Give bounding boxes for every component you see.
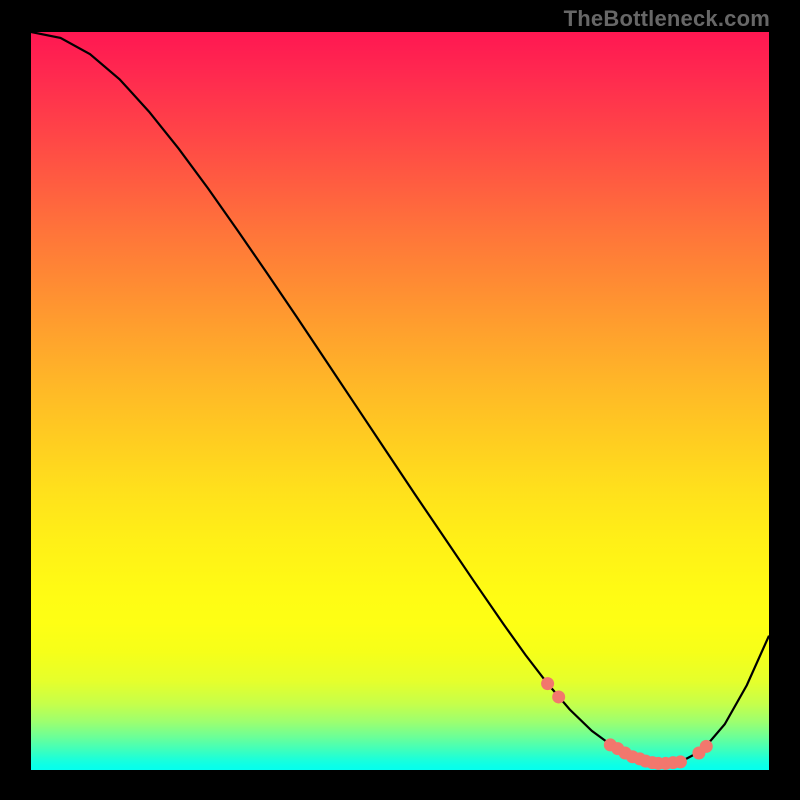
curve-layer bbox=[31, 32, 769, 770]
curve-marker bbox=[674, 755, 687, 768]
curve-markers bbox=[541, 677, 713, 770]
chart-frame: TheBottleneck.com bbox=[0, 0, 800, 800]
curve-marker bbox=[700, 740, 713, 753]
curve-marker bbox=[552, 690, 565, 703]
bottleneck-curve-line bbox=[31, 32, 769, 763]
watermark-text: TheBottleneck.com bbox=[564, 6, 770, 32]
curve-marker bbox=[541, 677, 554, 690]
plot-area bbox=[31, 32, 769, 770]
